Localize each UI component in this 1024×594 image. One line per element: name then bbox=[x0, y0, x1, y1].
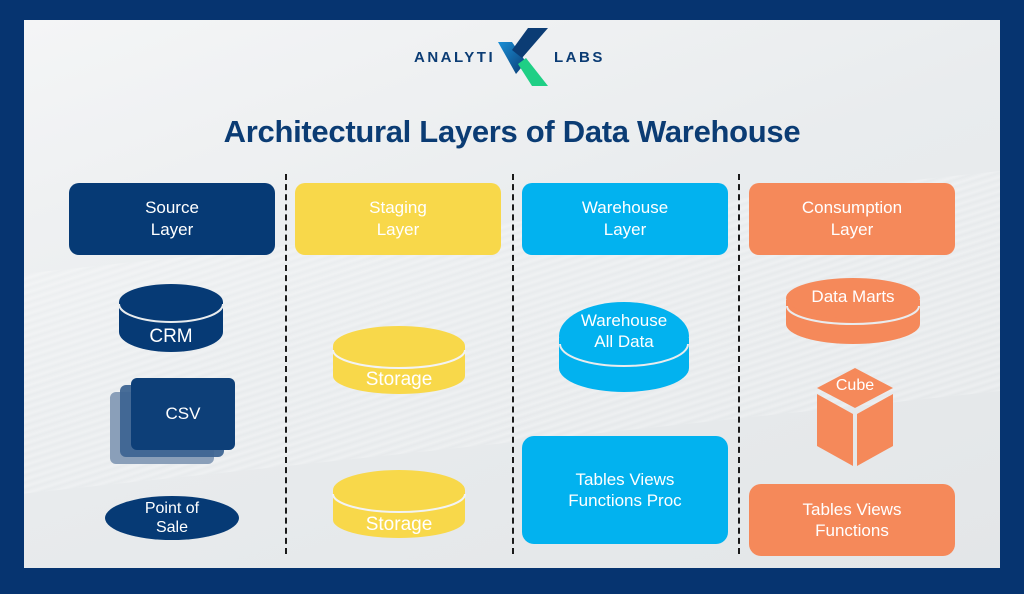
warehouse-tables-box: Tables Views Functions Proc bbox=[522, 436, 728, 544]
cube-label: Cube bbox=[835, 377, 875, 394]
source-layer-header: Source Layer bbox=[69, 183, 275, 255]
staging-storage-1: Storage bbox=[331, 324, 467, 396]
logo-text-right: LABS bbox=[554, 49, 605, 66]
csv-label: CSV bbox=[165, 404, 201, 423]
cube: Cube bbox=[815, 368, 895, 466]
logo-x-icon bbox=[498, 28, 548, 86]
storage-label: Storage bbox=[365, 514, 433, 535]
crm-label: CRM bbox=[149, 326, 193, 347]
consumption-tables-box: Tables Views Functions bbox=[749, 484, 955, 556]
consumption-layer-header: Consumption Layer bbox=[749, 183, 955, 255]
warehouse-all-data-label: Warehouse All Data bbox=[580, 311, 668, 351]
logo-text-left: ANALYTI bbox=[414, 49, 496, 66]
analytixlabs-logo: ANALYTI LABS bbox=[414, 28, 614, 88]
staging-storage-2: Storage bbox=[331, 468, 467, 540]
warehouse-layer-header: Warehouse Layer bbox=[522, 183, 728, 255]
column-divider bbox=[738, 174, 740, 554]
point-of-sale: Point of Sale bbox=[105, 496, 239, 540]
staging-layer-header: Staging Layer bbox=[295, 183, 501, 255]
column-divider bbox=[512, 174, 514, 554]
page-title: Architectural Layers of Data Warehouse bbox=[223, 114, 801, 149]
csv-files: CSV bbox=[110, 378, 236, 474]
crm-database: CRM bbox=[117, 282, 225, 354]
storage-label: Storage bbox=[365, 369, 433, 390]
column-divider bbox=[285, 174, 287, 554]
data-marts-label: Data Marts bbox=[811, 287, 895, 306]
data-marts: Data Marts bbox=[784, 276, 922, 346]
warehouse-all-data: Warehouse All Data bbox=[557, 300, 691, 394]
